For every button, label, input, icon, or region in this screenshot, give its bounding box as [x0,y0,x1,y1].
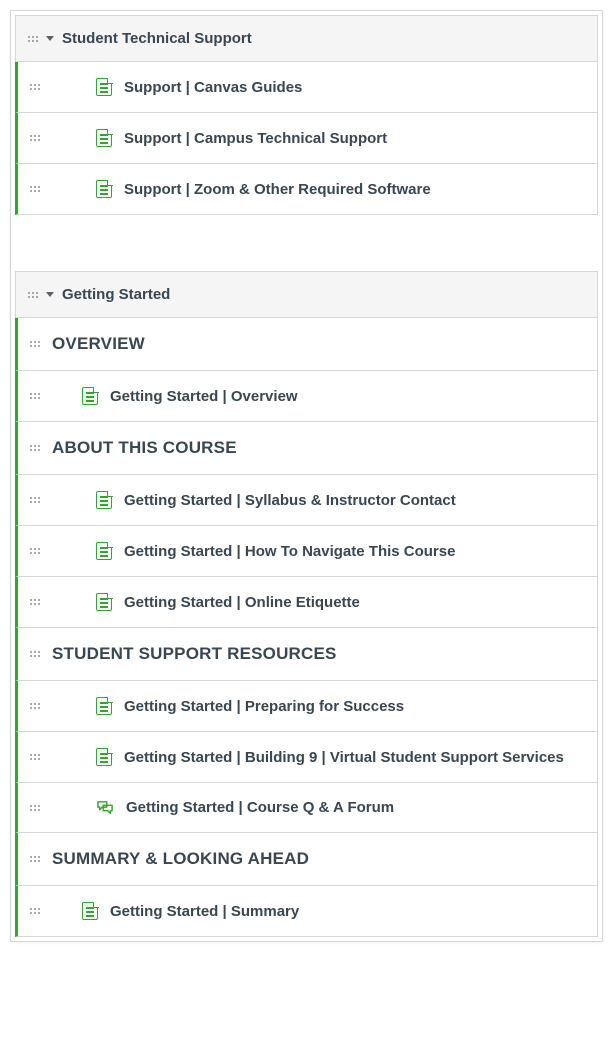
module-item[interactable]: Getting Started | Preparing for Success [15,681,598,732]
module-item[interactable]: Getting Started | Syllabus & Instructor … [15,475,598,526]
drag-handle-icon[interactable] [30,336,40,352]
module-subheader-label: STUDENT SUPPORT RESOURCES [52,644,585,664]
drag-handle-icon[interactable] [30,492,40,508]
module-item[interactable]: Getting Started | How To Navigate This C… [15,526,598,577]
module-header[interactable]: Getting Started [15,271,598,318]
module-item-label: Support | Zoom & Other Required Software [124,181,585,198]
drag-handle-icon[interactable] [30,543,40,559]
module-item-label: Getting Started | Course Q & A Forum [126,799,585,816]
module: Student Technical Support Support | Canv… [15,15,598,215]
drag-handle-icon[interactable] [30,388,40,404]
module-item[interactable]: Getting Started | Overview [15,371,598,422]
module-item[interactable]: Getting Started | Course Q & A Forum [15,783,598,833]
drag-handle-icon[interactable] [28,287,38,303]
module-subheader[interactable]: STUDENT SUPPORT RESOURCES [15,628,598,681]
module-subheader-label: ABOUT THIS COURSE [52,438,585,458]
module-title: Student Technical Support [62,30,585,47]
page-icon [96,593,112,611]
drag-handle-icon[interactable] [30,130,40,146]
page-icon [96,78,112,96]
module-item[interactable]: Getting Started | Online Etiquette [15,577,598,628]
drag-handle-icon[interactable] [30,440,40,456]
page-icon [96,542,112,560]
page-icon [96,129,112,147]
module-header[interactable]: Student Technical Support [15,15,598,62]
module-item-label: Support | Canvas Guides [124,79,585,96]
page-icon [82,387,98,405]
page-icon [82,902,98,920]
drag-handle-icon[interactable] [30,749,40,765]
page-icon [96,748,112,766]
module-item-label: Getting Started | How To Navigate This C… [124,543,585,560]
module-item-label: Getting Started | Preparing for Success [124,698,585,715]
module-item-label: Getting Started | Overview [110,388,585,405]
module-item-label: Getting Started | Online Etiquette [124,594,585,611]
module-subheader[interactable]: OVERVIEW [15,318,598,371]
page-icon [96,697,112,715]
module-item-label: Getting Started | Summary [110,903,585,920]
module-item-label: Getting Started | Building 9 | Virtual S… [124,749,585,766]
caret-down-icon[interactable] [46,292,54,297]
drag-handle-icon[interactable] [30,646,40,662]
module: Getting Started OVERVIEW Getting Started… [15,271,598,937]
module-item-label: Support | Campus Technical Support [124,130,585,147]
modules-container: Student Technical Support Support | Canv… [10,10,603,942]
page-icon [96,180,112,198]
module-subheader[interactable]: SUMMARY & LOOKING AHEAD [15,833,598,886]
drag-handle-icon[interactable] [30,181,40,197]
drag-handle-icon[interactable] [28,31,38,47]
page-icon [96,491,112,509]
drag-handle-icon[interactable] [30,800,40,816]
discussion-icon [96,800,114,816]
module-item[interactable]: Getting Started | Summary [15,886,598,937]
module-subheader-label: SUMMARY & LOOKING AHEAD [52,849,585,869]
module-title: Getting Started [62,286,585,303]
drag-handle-icon[interactable] [30,851,40,867]
module-subheader-label: OVERVIEW [52,334,585,354]
module-item[interactable]: Support | Campus Technical Support [15,113,598,164]
caret-down-icon[interactable] [46,36,54,41]
drag-handle-icon[interactable] [30,594,40,610]
drag-handle-icon[interactable] [30,903,40,919]
module-item[interactable]: Support | Canvas Guides [15,62,598,113]
drag-handle-icon[interactable] [30,698,40,714]
module-item[interactable]: Getting Started | Building 9 | Virtual S… [15,732,598,783]
drag-handle-icon[interactable] [30,79,40,95]
module-item-label: Getting Started | Syllabus & Instructor … [124,492,585,509]
module-item[interactable]: Support | Zoom & Other Required Software [15,164,598,215]
module-subheader[interactable]: ABOUT THIS COURSE [15,422,598,475]
